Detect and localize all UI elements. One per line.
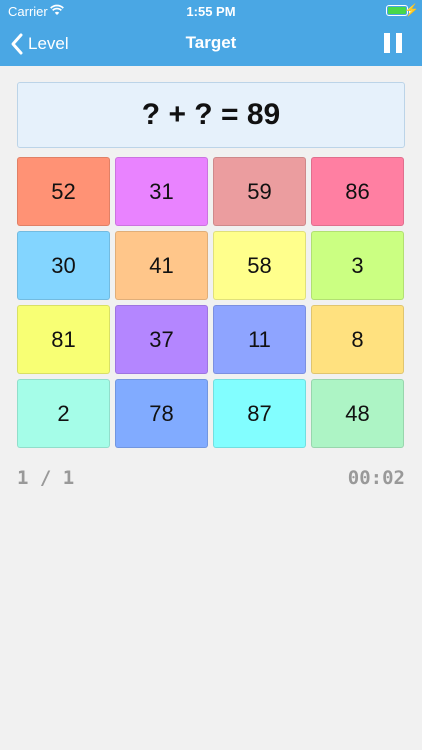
number-tile[interactable]: 86 (311, 157, 404, 226)
number-tile[interactable]: 2 (17, 379, 110, 448)
pause-icon-bar (396, 33, 402, 53)
clock: 1:55 PM (186, 4, 236, 19)
number-tile[interactable]: 52 (17, 157, 110, 226)
number-grid: 52 31 59 86 30 41 58 3 81 37 11 8 2 78 8… (17, 157, 405, 451)
number-tile[interactable]: 58 (213, 231, 306, 300)
number-tile[interactable]: 78 (115, 379, 208, 448)
number-tile[interactable]: 37 (115, 305, 208, 374)
level-progress: 1 / 1 (17, 467, 75, 489)
elapsed-timer: 00:02 (347, 467, 405, 489)
pause-icon-bar (384, 33, 390, 53)
page-title: Target (185, 33, 237, 52)
target-equation: ? + ? = 89 (17, 82, 405, 148)
number-tile[interactable]: 3 (311, 231, 404, 300)
top-bar: Carrier 1:55 PM ⚡ Level Target (0, 0, 422, 66)
number-tile[interactable]: 41 (115, 231, 208, 300)
number-tile[interactable]: 30 (17, 231, 110, 300)
charging-bolt-icon: ⚡ (404, 3, 419, 17)
status-bar: Carrier 1:55 PM ⚡ (0, 0, 422, 22)
number-tile[interactable]: 48 (311, 379, 404, 448)
number-tile[interactable]: 59 (213, 157, 306, 226)
number-tile[interactable]: 31 (115, 157, 208, 226)
number-tile[interactable]: 11 (213, 305, 306, 374)
number-tile[interactable]: 8 (311, 305, 404, 374)
number-tile[interactable]: 81 (17, 305, 110, 374)
number-tile[interactable]: 87 (213, 379, 306, 448)
navigation-bar: Level Target (0, 22, 422, 66)
pause-button[interactable] (384, 33, 402, 53)
